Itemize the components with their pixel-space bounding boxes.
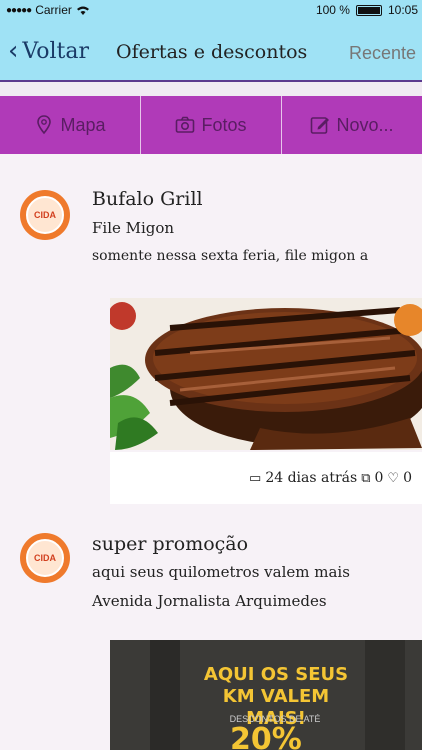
tab-map[interactable]: Mapa xyxy=(0,96,141,154)
spacer xyxy=(0,82,422,96)
post-subtitle: File Migon xyxy=(92,219,175,237)
post-title: super promoção xyxy=(92,533,249,555)
recent-button[interactable]: Recente xyxy=(349,43,416,64)
wifi-icon xyxy=(76,6,89,15)
steak-photo[interactable] xyxy=(110,298,422,450)
promo-discount: 20% xyxy=(230,722,302,750)
promo-photo[interactable]: AQUI OS SEUS KM VALEM MAIS! DESCONTOS DE… xyxy=(110,640,422,750)
signal-icon: ●●●●● xyxy=(6,4,32,16)
camera-icon xyxy=(176,116,195,133)
battery-icon xyxy=(355,4,382,16)
avatar: CIDA xyxy=(20,190,70,240)
post-description: Avenida Jornalista Arquimedes xyxy=(92,592,327,610)
tab-photos[interactable]: Fotos xyxy=(141,96,282,154)
chevron-left-icon: ‹ xyxy=(8,36,19,66)
tab-label: Mapa xyxy=(60,114,106,135)
tab-new[interactable]: Novo... xyxy=(282,96,422,154)
post-time: 24 dias atrás xyxy=(265,470,358,486)
post-description: somente nessa sexta feria, file migon a xyxy=(92,248,369,264)
navigation-bar: ‹ Voltar Ofertas e descontos Recente xyxy=(0,22,422,82)
battery-percent: 100 % xyxy=(315,3,350,17)
comment-count: 0 xyxy=(374,470,384,486)
post-meta: ▭ 24 dias atrás ⧉ 0 ♡ 0 xyxy=(110,452,422,504)
like-count: 0 xyxy=(403,470,412,486)
back-label: Voltar xyxy=(22,38,90,64)
comment-icon[interactable]: ⧉ xyxy=(361,471,370,486)
back-button[interactable]: ‹ Voltar xyxy=(8,38,89,64)
tab-label: Novo... xyxy=(336,114,394,135)
calendar-icon: ▭ xyxy=(249,470,262,486)
clock: 10:05 xyxy=(387,3,418,17)
post-title: Bufalo Grill xyxy=(92,188,203,210)
edit-icon xyxy=(311,117,330,134)
page-title: Ofertas e descontos xyxy=(116,41,308,63)
heart-icon[interactable]: ♡ xyxy=(387,471,399,486)
avatar-text: CIDA xyxy=(34,210,56,220)
status-bar: ●●●●● Carrier 100 % 10:05 xyxy=(0,0,422,22)
avatar: CIDA xyxy=(20,533,70,583)
carrier-label: Carrier xyxy=(35,3,72,17)
map-pin-icon xyxy=(37,115,52,135)
action-tabs: Mapa Fotos Novo... xyxy=(0,96,422,154)
avatar-text: CIDA xyxy=(34,553,56,563)
tab-label: Fotos xyxy=(201,114,247,135)
post-subtitle: aqui seus quilometros valem mais xyxy=(92,563,350,581)
